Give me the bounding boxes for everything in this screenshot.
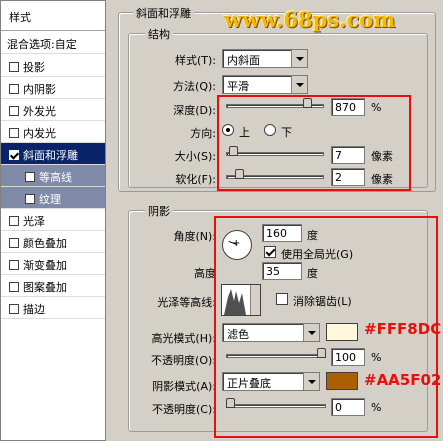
style-item[interactable]: 描边: [1, 297, 105, 319]
technique-select-value: 平滑: [227, 80, 249, 93]
styles-header: 样式: [1, 1, 105, 31]
style-label: 样式(T):: [174, 54, 216, 67]
style-item-label: 内阴影: [23, 83, 56, 96]
style-item[interactable]: 斜面和浮雕: [1, 143, 105, 165]
shading-title: 阴影: [145, 203, 173, 219]
style-item-label: 描边: [23, 303, 45, 316]
style-item-checkbox[interactable]: [9, 62, 19, 72]
style-item-checkbox[interactable]: [9, 106, 19, 116]
style-item-checkbox[interactable]: [25, 194, 35, 204]
chevron-down-icon: [291, 76, 307, 93]
highlight-box-bevel: [217, 95, 411, 191]
shadow-opacity-label: 不透明度(C):: [152, 403, 216, 416]
style-item[interactable]: 颜色叠加: [1, 231, 105, 253]
style-item-checkbox[interactable]: [9, 84, 19, 94]
style-item-label: 斜面和浮雕: [23, 149, 78, 162]
style-item-label: 光泽: [23, 215, 45, 228]
structure-title: 结构: [145, 26, 173, 42]
highlight-box-shading: [214, 216, 438, 438]
style-select-value: 内斜面: [227, 54, 260, 67]
bevel-emboss-title: 斜面和浮雕: [133, 5, 194, 21]
shadow-mode-label: 阴影模式(A):: [152, 380, 216, 393]
direction-label: 方向:: [190, 127, 216, 140]
style-item-label: 图案叠加: [23, 281, 67, 294]
soften-label: 软化(F):: [175, 173, 216, 186]
chevron-down-icon: [291, 50, 307, 67]
highlight-opacity-label: 不透明度(O):: [151, 354, 216, 367]
style-item[interactable]: 图案叠加: [1, 275, 105, 297]
gloss-contour-label: 光泽等高线:: [157, 296, 216, 309]
style-item[interactable]: 纹理: [1, 187, 105, 209]
style-item-label: 外发光: [23, 105, 56, 118]
technique-select[interactable]: 平滑: [222, 75, 308, 94]
style-item-checkbox[interactable]: [9, 282, 19, 292]
style-item[interactable]: 等高线: [1, 165, 105, 187]
watermark: www.68ps.com: [224, 7, 396, 32]
style-item[interactable]: 内阴影: [1, 77, 105, 99]
style-select[interactable]: 内斜面: [222, 49, 308, 68]
style-item[interactable]: 光泽: [1, 209, 105, 231]
style-item-checkbox[interactable]: [9, 238, 19, 248]
styles-list: 样式 混合选项:自定 投影内阴影外发光内发光斜面和浮雕等高线纹理光泽颜色叠加渐变…: [0, 0, 106, 441]
style-item[interactable]: 渐变叠加: [1, 253, 105, 275]
style-item-label: 等高线: [39, 171, 72, 184]
angle-label: 角度(N):: [173, 230, 216, 243]
style-item-checkbox[interactable]: [9, 216, 19, 226]
blending-options-label: 混合选项:自定: [7, 38, 77, 51]
style-item-checkbox[interactable]: [25, 172, 35, 182]
blending-options-item[interactable]: 混合选项:自定: [1, 32, 105, 54]
style-item-checkbox[interactable]: [9, 150, 19, 160]
style-item-checkbox[interactable]: [9, 304, 19, 314]
depth-label: 深度(D):: [173, 104, 216, 117]
style-item-label: 内发光: [23, 127, 56, 140]
technique-label: 方法(Q):: [173, 80, 216, 93]
style-item-checkbox[interactable]: [9, 128, 19, 138]
altitude-label: 高度: [194, 267, 216, 280]
style-item[interactable]: 投影: [1, 55, 105, 77]
style-item-label: 颜色叠加: [23, 237, 67, 250]
style-item[interactable]: 外发光: [1, 99, 105, 121]
size-label: 大小(S):: [174, 150, 216, 163]
style-item-label: 投影: [23, 61, 45, 74]
style-item[interactable]: 内发光: [1, 121, 105, 143]
style-item-checkbox[interactable]: [9, 260, 19, 270]
style-item-label: 渐变叠加: [23, 259, 67, 272]
highlight-mode-label: 高光模式(H):: [151, 332, 216, 345]
style-item-label: 纹理: [39, 193, 61, 206]
